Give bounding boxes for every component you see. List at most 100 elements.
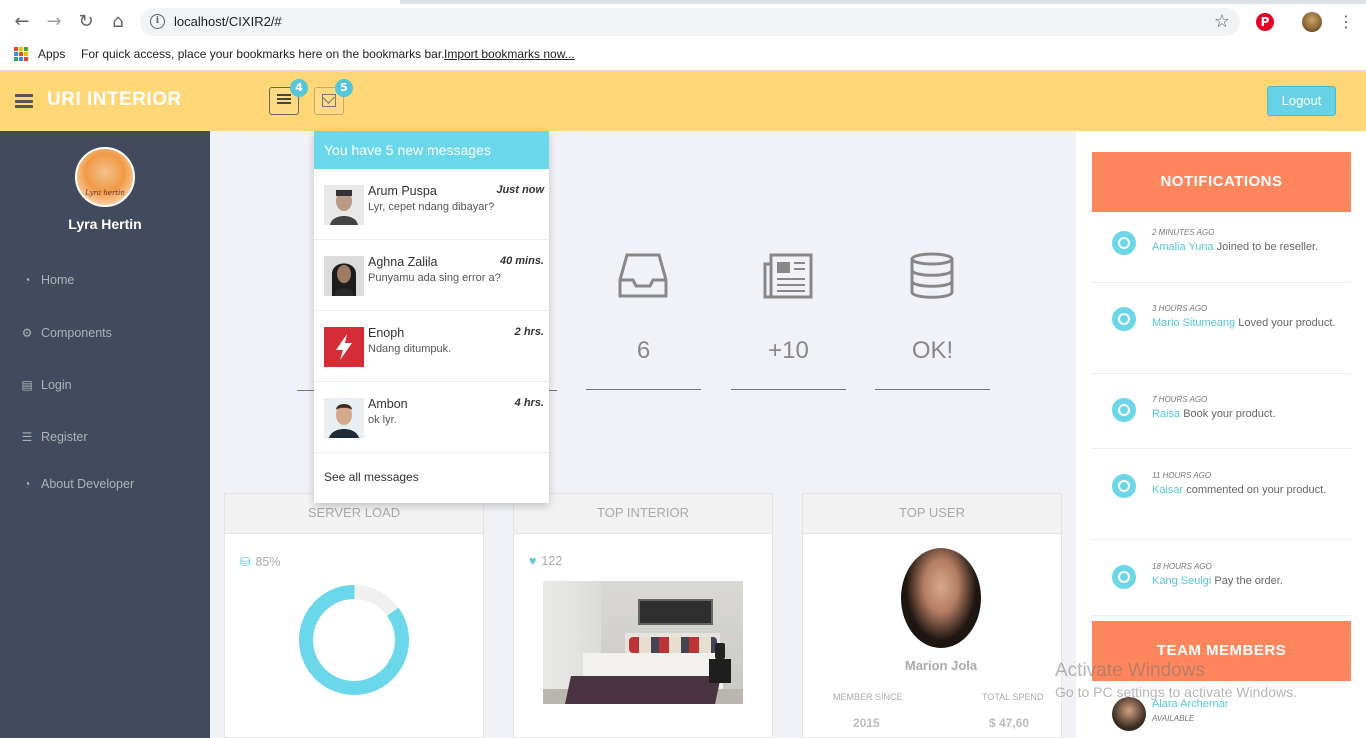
notification-user-link[interactable]: Amalia Yuna	[1152, 241, 1214, 253]
panel-title: TOP USER	[803, 494, 1061, 534]
see-all-messages-link[interactable]: See all messages	[324, 470, 419, 484]
message-item[interactable]: Arum Puspa Just now Lyr, cepet ndang dib…	[314, 169, 549, 240]
team-member-status: AVAILABLE	[1152, 714, 1195, 723]
message-preview: Lyr, cepet ndang dibayar?	[368, 201, 495, 213]
sidebar-item-home[interactable]: ◔ Home	[19, 273, 74, 287]
info-icon[interactable]: i	[150, 14, 165, 29]
clock-icon	[1112, 307, 1136, 331]
sender-name: Ambon	[368, 397, 408, 411]
avatar-caption: Lyra hertin	[85, 189, 125, 197]
reload-icon[interactable]: ↻	[73, 9, 99, 35]
sidebar-item-label: Register	[41, 430, 88, 444]
hamburger-icon[interactable]	[15, 94, 33, 108]
top-user-avatar	[901, 548, 981, 648]
notification-user-link[interactable]: Kaisar	[1152, 484, 1183, 496]
server-load-arc	[299, 585, 409, 695]
sender-avatar	[324, 185, 364, 225]
sidebar-item-label: Home	[41, 273, 75, 287]
message-time: 2 hrs.	[514, 326, 544, 338]
address-bar[interactable]: i localhost/CIXIR2/# ☆	[140, 8, 1240, 36]
top-interior-panel: TOP INTERIOR ♥ 122	[513, 493, 773, 738]
sender-name: Aghna Zalila	[368, 255, 438, 269]
toolbar: ← → ↻ ⌂ i localhost/CIXIR2/# ☆ P ⋮	[0, 4, 1366, 40]
sender-name: Arum Puspa	[368, 184, 437, 198]
profile-avatar[interactable]	[1302, 12, 1322, 32]
sender-avatar	[324, 398, 364, 438]
sender-avatar	[324, 256, 364, 296]
star-icon[interactable]: ☆	[1214, 11, 1230, 32]
message-item[interactable]: Aghna Zalila 40 mins. Punyamu ada sing e…	[314, 240, 549, 311]
notifications-title: NOTIFICATIONS	[1092, 152, 1351, 212]
notification-item[interactable]: 7 HOURS AGO Raisa Book your product.	[1092, 395, 1351, 449]
interior-photo	[543, 581, 743, 704]
messages-button[interactable]: 5	[314, 79, 353, 115]
brand-logo[interactable]: URI INTERIOR	[47, 89, 182, 111]
dashboard-icon: ◔	[23, 477, 31, 491]
notification-message: Joined to be reseller.	[1216, 241, 1319, 253]
apps-icon[interactable]	[14, 47, 28, 61]
sidebar-username: Lyra Hertin	[68, 216, 142, 232]
messages-dropdown-header: You have 5 new messages	[314, 131, 549, 169]
tasks-badge: 4	[290, 79, 308, 97]
notification-item[interactable]: 3 HOURS AGO Mario Situmeang Loved your p…	[1092, 304, 1351, 374]
member-since-label: MEMBER SINCE	[833, 692, 903, 702]
stat-value: 6	[636, 337, 651, 364]
server-load-meta: ⛁ 85%	[240, 554, 281, 569]
sender-avatar	[324, 327, 364, 367]
sidebar-item-register[interactable]: ☰ Register	[19, 430, 88, 444]
notification-item[interactable]: 18 HOURS AGO Kang Seulgi Pay the order.	[1092, 562, 1351, 616]
import-bookmarks-link[interactable]: Import bookmarks now...	[444, 47, 575, 61]
notification-user-link[interactable]: Kang Seulgi	[1152, 575, 1211, 587]
notification-user-link[interactable]: Raisa	[1152, 408, 1180, 420]
notification-text: Mario Situmeang Loved your product.	[1152, 316, 1337, 331]
sidebar-item-components[interactable]: ⚙ Components	[19, 326, 112, 340]
total-spend-value: $ 47,60	[989, 716, 1030, 730]
message-item[interactable]: Enoph 2 hrs. Ndang ditumpuk.	[314, 311, 549, 382]
server-load-donut	[299, 585, 409, 695]
logout-button[interactable]: Logout	[1267, 86, 1336, 116]
notification-item[interactable]: 2 MINUTES AGO Amalia Yuna Joined to be r…	[1092, 228, 1351, 283]
server-load-panel: SERVER LOAD ⛁ 85%	[224, 493, 484, 738]
bookmarks-bar: Apps For quick access, place your bookma…	[0, 40, 1366, 70]
back-icon[interactable]: ←	[9, 9, 35, 35]
menu-icon[interactable]: ⋮	[1338, 12, 1354, 31]
right-column: NOTIFICATIONS 2 MINUTES AGO Amalia Yuna …	[1076, 131, 1366, 738]
notification-text: Raisa Book your product.	[1152, 407, 1337, 422]
notification-text: Kaisar commented on your product.	[1152, 483, 1337, 498]
database-icon: ⛁	[240, 555, 251, 569]
sidebar-item-login[interactable]: ▤ Login	[19, 378, 72, 392]
dashboard-icon: ◔	[23, 273, 31, 287]
notification-time: 18 HOURS AGO	[1152, 562, 1212, 571]
team-member-avatar[interactable]	[1112, 697, 1146, 731]
sidebar-item-label: About Developer	[41, 477, 135, 491]
notification-item[interactable]: 11 HOURS AGO Kaisar commented on your pr…	[1092, 471, 1351, 540]
app-header: URI INTERIOR 4 5 Logout	[0, 71, 1366, 131]
url-text[interactable]: localhost/CIXIR2/#	[174, 14, 282, 29]
notification-message: Pay the order.	[1214, 575, 1283, 587]
messages-dropdown: You have 5 new messages Arum Puspa Just …	[314, 131, 549, 503]
likes-meta[interactable]: ♥ 122	[529, 554, 562, 568]
sender-name: Enoph	[368, 326, 405, 340]
clock-icon	[1112, 565, 1136, 589]
sidebar-item-label: Login	[41, 378, 72, 392]
notification-time: 3 HOURS AGO	[1152, 304, 1208, 313]
notification-user-link[interactable]: Mario Situmeang	[1152, 317, 1235, 329]
tasks-icon: ☰	[21, 430, 33, 444]
sidebar-item-about-developer[interactable]: ◔ About Developer	[19, 477, 134, 491]
apps-link[interactable]: Apps	[38, 47, 65, 61]
notification-message: Book your product.	[1183, 408, 1276, 420]
user-avatar[interactable]: Lyra hertin	[75, 147, 135, 207]
notification-text: Kang Seulgi Pay the order.	[1152, 574, 1337, 589]
clock-icon	[1112, 474, 1136, 498]
message-preview: ok lyr.	[368, 414, 397, 426]
top-user-name: Marion Jola	[904, 658, 978, 673]
tasks-button[interactable]: 4	[269, 79, 308, 115]
message-preview: Ndang ditumpuk.	[368, 343, 452, 355]
pinterest-icon[interactable]: P	[1256, 13, 1274, 31]
message-item[interactable]: Ambon 4 hrs. ok lyr.	[314, 382, 549, 453]
forward-icon[interactable]: →	[41, 9, 67, 35]
windows-activation-watermark: Activate Windows Go to PC settings to ac…	[1055, 660, 1297, 700]
database-icon	[910, 252, 954, 299]
bookmarks-hint: For quick access, place your bookmarks h…	[81, 47, 445, 61]
home-icon[interactable]: ⌂	[105, 9, 131, 35]
